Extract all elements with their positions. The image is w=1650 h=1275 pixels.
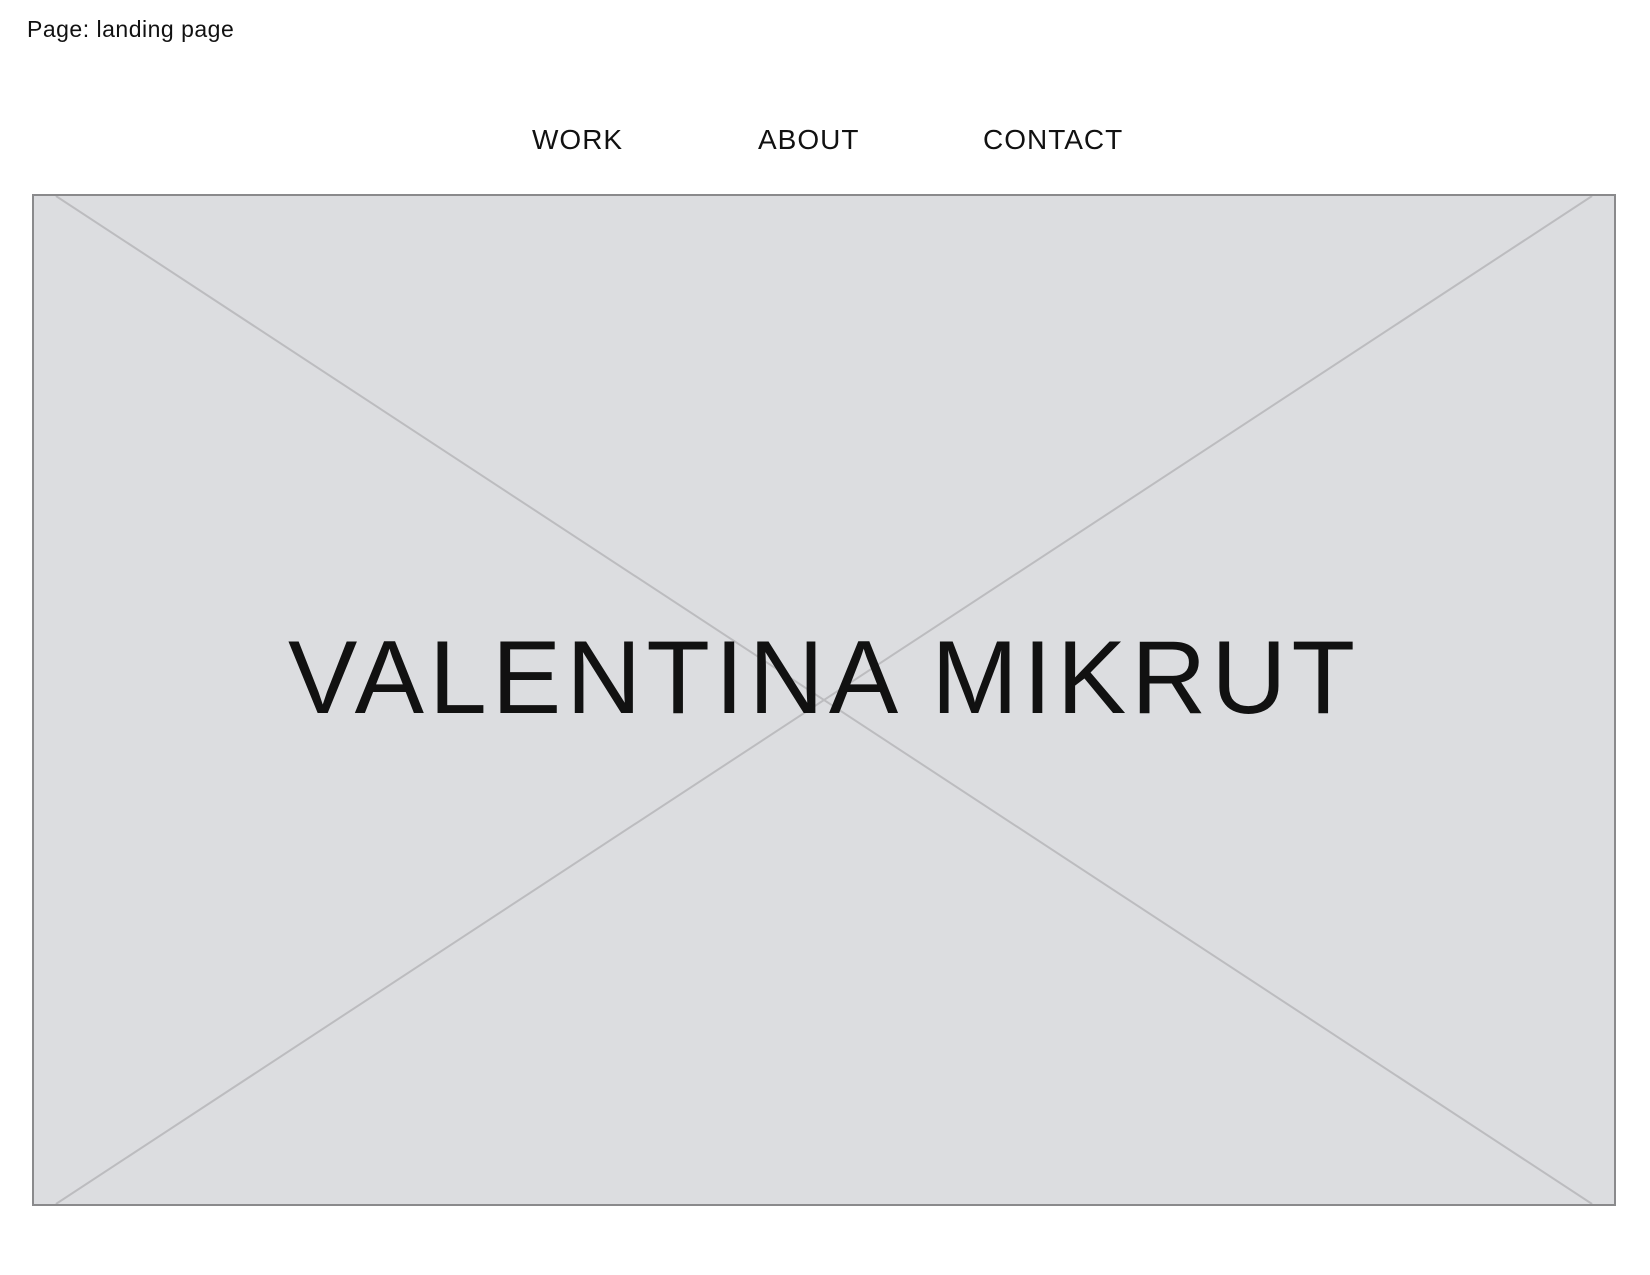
hero-title: VALENTINA MIKRUT bbox=[287, 620, 1360, 736]
nav-item-about[interactable]: ABOUT bbox=[758, 124, 859, 156]
nav-item-contact[interactable]: CONTACT bbox=[983, 124, 1123, 156]
hero-image-placeholder: VALENTINA MIKRUT bbox=[32, 194, 1616, 1206]
page-label: Page: landing page bbox=[27, 16, 235, 42]
nav-item-work[interactable]: WORK bbox=[532, 124, 623, 156]
